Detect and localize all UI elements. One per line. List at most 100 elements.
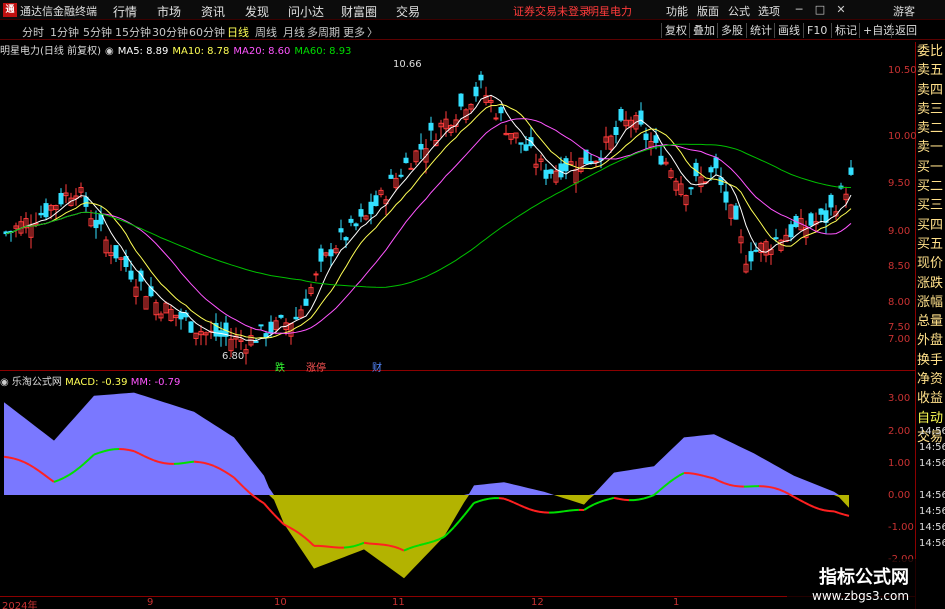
macd-tick: 1.00 — [888, 458, 911, 469]
side-earnings[interactable]: 收益 — [917, 389, 945, 408]
candle-body — [368, 201, 374, 215]
trade-time: 14:56 — [919, 490, 945, 501]
side-change-pct[interactable]: 涨幅 — [917, 293, 945, 312]
mm-line-segment — [383, 543, 390, 547]
mm-line-segment — [648, 494, 655, 498]
price-tick: 8.50 — [888, 261, 911, 272]
mm-line-segment — [503, 497, 510, 502]
mm-line-segment — [178, 461, 185, 465]
candle-body — [253, 340, 259, 343]
side-net-asset[interactable]: 净资 — [917, 370, 945, 389]
mm-line-segment — [688, 472, 695, 475]
mm-line-segment — [508, 499, 515, 504]
mm-line-segment — [463, 508, 470, 517]
price-tick: 9.50 — [888, 178, 911, 189]
mm-line-segment — [638, 497, 645, 501]
candle-body — [708, 167, 714, 173]
candle-body — [543, 169, 549, 179]
mm-line-segment — [103, 449, 110, 453]
mm-line-segment — [798, 498, 805, 504]
mm-line-segment — [823, 509, 830, 513]
candle-body — [278, 314, 284, 318]
side-buy4[interactable]: 买四 — [917, 216, 945, 235]
candle-body — [58, 193, 64, 205]
candle-body — [373, 195, 379, 207]
side-buy1[interactable]: 买一 — [917, 158, 945, 177]
candle-body — [303, 298, 309, 306]
side-buy5[interactable]: 买五 — [917, 235, 945, 254]
mm-line-segment — [3, 455, 10, 459]
mm-line-segment — [608, 496, 615, 501]
mm-line-segment — [8, 456, 15, 460]
mm-value: MM: -0.79 — [130, 377, 181, 388]
candle-body — [328, 249, 334, 257]
price-tick: 7.00 — [888, 334, 911, 345]
event-tag-die[interactable]: 跌 — [275, 359, 285, 374]
indicator-title: 乐淘公式网 — [11, 377, 62, 388]
pane-divider — [0, 370, 915, 371]
quote-side-panel: 委比 卖五 卖四 卖三 卖二 卖一 买一 买二 买三 买四 买五 现价 涨跌 涨… — [917, 42, 945, 447]
candle-body — [818, 208, 824, 215]
trade-time: 14:56 — [919, 458, 945, 469]
mm-line-segment — [448, 526, 455, 534]
candle-body — [258, 324, 264, 327]
mm-line-segment — [708, 476, 715, 480]
side-volume[interactable]: 总量 — [917, 312, 945, 331]
candle-body — [473, 86, 479, 97]
mm-line-segment — [363, 541, 370, 545]
macd-tick: 2.00 — [888, 426, 911, 437]
side-buy2[interactable]: 买二 — [917, 177, 945, 196]
mm-line-segment — [388, 544, 395, 548]
mm-line-segment — [733, 484, 740, 488]
side-price[interactable]: 现价 — [917, 254, 945, 273]
price-tick: 9.00 — [888, 226, 911, 237]
side-sell2[interactable]: 卖二 — [917, 119, 945, 138]
mm-line-segment — [518, 503, 525, 508]
event-tag-cai[interactable]: 财 — [372, 359, 382, 374]
ma10-line — [5, 103, 852, 339]
candle-body — [733, 205, 739, 220]
mm-line-segment — [478, 498, 485, 503]
side-sell1[interactable]: 卖一 — [917, 138, 945, 157]
candle-body — [178, 311, 184, 320]
side-outer[interactable]: 外盘 — [917, 331, 945, 350]
mm-line-segment — [123, 448, 130, 451]
mm-line-segment — [128, 449, 135, 453]
side-sell5[interactable]: 卖五 — [917, 61, 945, 80]
mm-line-segment — [603, 498, 610, 502]
macd-tick: -1.00 — [888, 522, 914, 533]
kline-chart[interactable] — [0, 0, 915, 596]
mm-line-segment — [593, 501, 600, 506]
candle-body — [388, 174, 394, 179]
candle-body — [723, 191, 729, 203]
mm-line-segment — [163, 462, 170, 465]
time-label: 11 — [392, 597, 405, 608]
candle-body — [93, 219, 99, 229]
settings-circle-icon[interactable]: ◉ — [0, 377, 9, 388]
side-buy3[interactable]: 买三 — [917, 196, 945, 215]
mm-line-segment — [108, 448, 115, 452]
candle-body — [83, 196, 89, 207]
candle-body — [268, 321, 274, 334]
mm-line-segment — [353, 543, 360, 548]
side-weibi[interactable]: 委比 — [917, 42, 945, 61]
side-turnover[interactable]: 换手 — [917, 351, 945, 370]
candle-body — [43, 203, 49, 218]
watermark-title: 指标公式网 — [819, 567, 909, 588]
candle-body — [428, 122, 434, 131]
candle-body — [293, 316, 299, 320]
trade-time: 14:56 — [919, 506, 945, 517]
mm-line-segment — [613, 496, 620, 500]
mm-line-segment — [558, 510, 565, 513]
axis-divider — [915, 42, 916, 609]
side-sell3[interactable]: 卖三 — [917, 100, 945, 119]
mm-line-segment — [258, 499, 265, 505]
side-sell4[interactable]: 卖四 — [917, 81, 945, 100]
mm-line-segment — [818, 507, 825, 512]
time-label: 2024年 — [2, 601, 38, 609]
mm-line-segment — [768, 485, 775, 489]
mm-line-segment — [528, 508, 535, 512]
mm-line-segment — [598, 499, 605, 504]
side-change[interactable]: 涨跌 — [917, 274, 945, 293]
event-tag-zhangting[interactable]: 涨停 — [306, 359, 326, 374]
